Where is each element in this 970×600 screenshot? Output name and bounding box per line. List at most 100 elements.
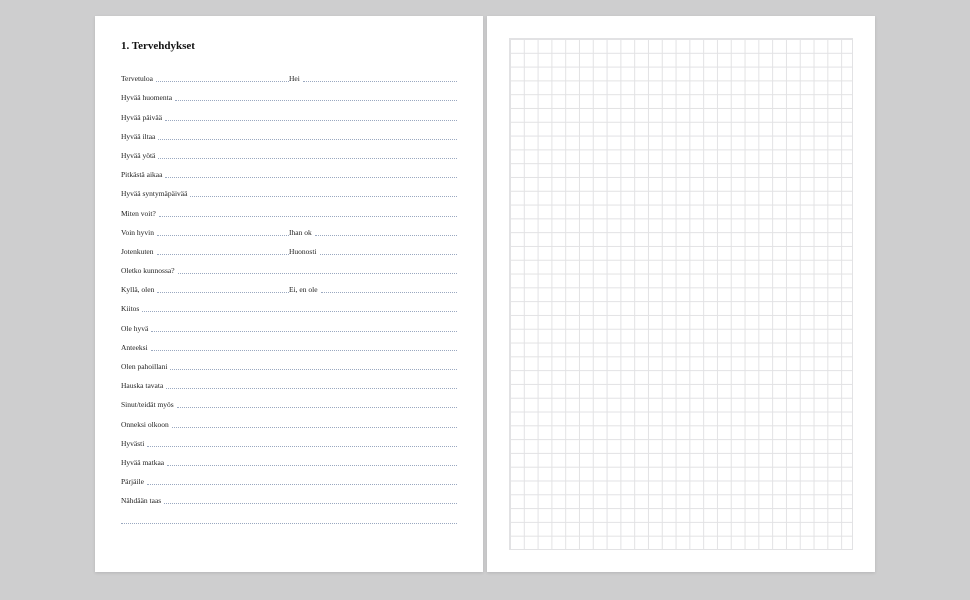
dotted-fill-line — [157, 235, 289, 236]
dotted-fill-line — [157, 292, 289, 293]
dotted-fill-line — [147, 446, 457, 447]
right-page — [487, 16, 875, 572]
vocabulary-term: Sinut/teidät myös — [121, 400, 177, 411]
notebook-spread: 1. Tervehdykset TervetuloaHei Hyvää huome… — [95, 16, 875, 572]
left-page: 1. Tervehdykset TervetuloaHei Hyvää huome… — [95, 16, 483, 572]
vocabulary-cell: Tervetuloa — [121, 66, 289, 85]
vocabulary-row: Jotenkuten Huonosti — [121, 239, 457, 258]
vocabulary-term: Hauska tavata — [121, 381, 166, 392]
vocabulary-row: Hyvää syntymäpäivää — [121, 181, 457, 200]
dotted-fill-line — [190, 196, 457, 197]
vocabulary-row: Pitkästä aikaa — [121, 162, 457, 181]
vocabulary-cell: Voin hyvin — [121, 220, 289, 239]
vocabulary-cell: Hyvästi — [121, 431, 457, 450]
vocabulary-term: Oletko kunnossa? — [121, 266, 178, 277]
vocabulary-cell: Kiitos — [121, 296, 457, 315]
vocabulary-row: Hyvää huomenta — [121, 85, 457, 104]
vocabulary-cell: Hyvää päivää — [121, 104, 457, 123]
vocabulary-term: Pitkästä aikaa — [121, 170, 165, 181]
vocabulary-term: Ei, en ole — [289, 285, 321, 296]
dotted-fill-line — [320, 254, 457, 255]
vocabulary-cell: Ei, en ole — [289, 277, 457, 296]
vocabulary-row: Hyvää päivää — [121, 104, 457, 123]
vocabulary-row: Hyvästi — [121, 431, 457, 450]
vocabulary-cell: Hei — [289, 66, 457, 85]
vocabulary-term: Nähdään taas — [121, 496, 164, 507]
section-heading: 1. Tervehdykset — [121, 40, 457, 52]
vocabulary-row: Voin hyvinIhan ok — [121, 220, 457, 239]
vocabulary-term: Miten voit? — [121, 209, 159, 220]
vocabulary-term: Hyvää päivää — [121, 113, 165, 124]
dotted-fill-line — [142, 311, 457, 312]
vocabulary-cell — [121, 507, 457, 526]
vocabulary-term: Ole hyvä — [121, 324, 151, 335]
vocabulary-term: Hyvää iltaa — [121, 132, 158, 143]
dotted-fill-line — [321, 292, 457, 293]
vocabulary-row: Pärjäile — [121, 469, 457, 488]
vocabulary-term: Onneksi olkoon — [121, 420, 172, 431]
vocabulary-cell: Nähdään taas — [121, 488, 457, 507]
dotted-fill-line — [167, 465, 457, 466]
vocabulary-cell: Hyvää matkaa — [121, 450, 457, 469]
dotted-fill-line — [165, 120, 457, 121]
vocabulary-term: Kiitos — [121, 304, 142, 315]
dotted-fill-line — [165, 177, 457, 178]
vocabulary-rows: TervetuloaHei Hyvää huomenta Hyvää päivää H… — [121, 66, 457, 527]
vocabulary-term: Kyllä, olen — [121, 285, 157, 296]
dotted-fill-line — [303, 81, 457, 82]
vocabulary-row: Miten voit? — [121, 200, 457, 219]
dotted-fill-line — [151, 331, 457, 332]
dotted-fill-line — [156, 81, 289, 82]
dotted-fill-line — [157, 254, 290, 255]
dotted-fill-line — [151, 350, 457, 351]
grid-paper — [509, 38, 853, 550]
vocabulary-cell: Kyllä, olen — [121, 277, 289, 296]
vocabulary-term: Hyvää syntymäpäivää — [121, 189, 190, 200]
dotted-fill-line — [178, 273, 457, 274]
vocabulary-cell: Miten voit? — [121, 200, 457, 219]
vocabulary-row: Sinut/teidät myös — [121, 392, 457, 411]
vocabulary-cell: Hyvää yötä — [121, 143, 457, 162]
vocabulary-row: TervetuloaHei — [121, 66, 457, 85]
vocabulary-term: Hyvää huomenta — [121, 93, 175, 104]
vocabulary-term: Huonosti — [289, 247, 320, 258]
dotted-fill-line — [175, 100, 457, 101]
vocabulary-cell: Ole hyvä — [121, 315, 457, 334]
vocabulary-row: Onneksi olkoon — [121, 411, 457, 430]
vocabulary-row: Oletko kunnossa? — [121, 258, 457, 277]
vocabulary-row: Kyllä, olen Ei, en ole — [121, 277, 457, 296]
vocabulary-cell: Hyvää syntymäpäivää — [121, 181, 457, 200]
dotted-fill-line — [172, 427, 457, 428]
vocabulary-cell: Hyvää huomenta — [121, 85, 457, 104]
dotted-fill-line — [164, 503, 457, 504]
vocabulary-term: Anteeksi — [121, 343, 151, 354]
vocabulary-row — [121, 507, 457, 526]
vocabulary-cell: Hyvää iltaa — [121, 124, 457, 143]
vocabulary-cell: Ihan ok — [289, 220, 457, 239]
dotted-fill-line — [170, 369, 457, 370]
vocabulary-term: Jotenkuten — [121, 247, 157, 258]
dotted-fill-line — [158, 158, 457, 159]
dotted-fill-line — [159, 216, 457, 217]
vocabulary-row: Nähdään taas — [121, 488, 457, 507]
vocabulary-row: Hyvää yötä — [121, 143, 457, 162]
dotted-fill-line — [315, 235, 457, 236]
vocabulary-cell: Pitkästä aikaa — [121, 162, 457, 181]
vocabulary-term: Hyvää matkaa — [121, 458, 167, 469]
vocabulary-row: Anteeksi — [121, 335, 457, 354]
dotted-fill-line — [121, 523, 457, 524]
vocabulary-cell: Huonosti — [289, 239, 457, 258]
vocabulary-cell: Sinut/teidät myös — [121, 392, 457, 411]
vocabulary-term: Ihan ok — [289, 228, 315, 239]
vocabulary-cell: Anteeksi — [121, 335, 457, 354]
vocabulary-cell: Pärjäile — [121, 469, 457, 488]
vocabulary-cell: Olen pahoillani — [121, 354, 457, 373]
vocabulary-term: Pärjäile — [121, 477, 147, 488]
vocabulary-cell: Hauska tavata — [121, 373, 457, 392]
vocabulary-row: Ole hyvä — [121, 315, 457, 334]
vocabulary-term: Olen pahoillani — [121, 362, 170, 373]
vocabulary-term: Hyvästi — [121, 439, 147, 450]
dotted-fill-line — [177, 407, 457, 408]
vocabulary-row: Hyvää matkaa — [121, 450, 457, 469]
vocabulary-cell: Oletko kunnossa? — [121, 258, 457, 277]
